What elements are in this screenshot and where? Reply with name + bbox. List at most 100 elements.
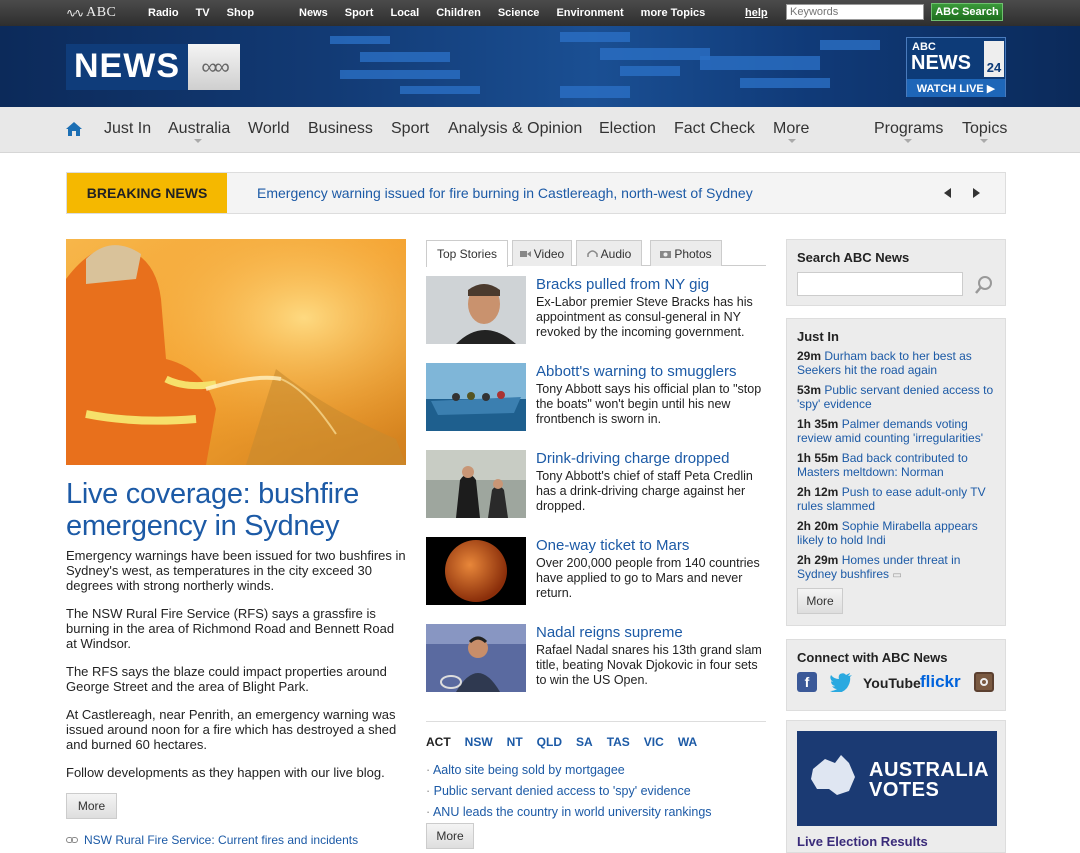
keyword-search-input[interactable] [786,4,924,20]
top-link-local[interactable]: Local [390,7,419,19]
story-item[interactable]: Drink-driving charge dropped Tony Abbott… [426,450,766,520]
twitter-icon[interactable] [829,672,853,692]
watch-live-button[interactable]: WATCH LIVE ▶ [907,79,1005,97]
tab-video[interactable]: Video [512,240,572,266]
just-in-item[interactable]: 1h 55m Bad back contributed to Masters m… [797,451,1001,479]
nav-fact-check[interactable]: Fact Check [674,120,755,138]
tab-audio[interactable]: Audio [576,240,642,266]
story-thumbnail[interactable] [426,537,526,605]
abc-news-logo[interactable]: NEWS ∞∞ [66,44,240,90]
abc-logo[interactable]: ∿∿ ABC [66,5,116,21]
tab-photos[interactable]: Photos [650,240,722,266]
chevron-down-icon [194,139,202,143]
nav-analysis-opinion[interactable]: Analysis & Opinion [448,120,582,138]
just-in-item[interactable]: 2h 29m Homes under threat in Sydney bush… [797,553,1001,583]
local-story-link[interactable]: ANU leads the country in world universit… [426,802,712,823]
top-link-more-topics[interactable]: more Topics [641,7,706,19]
story-thumbnail[interactable] [426,276,526,344]
state-tab-sa[interactable]: SA [576,735,593,749]
top-link-children[interactable]: Children [436,7,481,19]
nav-sport[interactable]: Sport [391,120,429,138]
story-headline[interactable]: Abbott's warning to smugglers [536,363,736,380]
top-link-shop[interactable]: Shop [227,7,255,19]
breaking-news-headline[interactable]: Emergency warning issued for fire burnin… [257,185,753,201]
local-more-button[interactable]: More [426,823,474,849]
nav-just-in[interactable]: Just In [104,120,151,138]
lead-story-body: Emergency warnings have been issued for … [66,548,406,793]
next-arrow-icon[interactable] [973,188,980,198]
just-in-item[interactable]: 53m Public servant denied access to 'spy… [797,383,1001,411]
nav-programs[interactable]: Programs [874,120,943,138]
top-link-radio[interactable]: Radio [148,7,179,19]
state-tab-wa[interactable]: WA [678,735,697,749]
state-tab-nt[interactable]: NT [507,735,523,749]
just-in-item[interactable]: 29m Durham back to her best as Seekers h… [797,349,1001,377]
lead-more-button[interactable]: More [66,793,117,819]
nav-more[interactable]: More [773,120,809,138]
just-in-box: Just In 29m Durham back to her best as S… [786,318,1006,626]
story-thumbnail[interactable] [426,363,526,431]
home-icon[interactable] [65,120,83,138]
just-in-item[interactable]: 1h 35m Palmer demands voting review amid… [797,417,1001,445]
breaking-news-label: BREAKING NEWS [67,173,227,213]
nav-topics[interactable]: Topics [962,120,1007,138]
video-icon: ▭ [892,570,902,581]
lead-story-image[interactable] [66,239,406,465]
nav-australia[interactable]: Australia [168,120,230,138]
state-tab-tas[interactable]: TAS [607,735,630,749]
instagram-icon[interactable] [974,672,994,692]
previous-arrow-icon[interactable] [944,188,951,198]
abc-search-button[interactable]: ABC Search [931,3,1003,21]
story-item[interactable]: Nadal reigns supreme Rafael Nadal snares… [426,624,766,694]
connect-box: Connect with ABC News f YouTube flickr [786,639,1006,711]
search-news-title: Search ABC News [797,250,910,265]
facebook-icon[interactable]: f [797,672,817,692]
news24-badge: 24 [984,41,1004,77]
story-headline[interactable]: Drink-driving charge dropped [536,450,729,467]
help-link[interactable]: help [745,7,768,19]
just-in-item[interactable]: 2h 20m Sophie Mirabella appears likely t… [797,519,1001,547]
story-description: Ex-Labor premier Steve Bracks has his ap… [536,295,753,339]
top-link-sport[interactable]: Sport [345,7,374,19]
search-icon[interactable] [974,275,994,295]
flickr-icon[interactable]: flickr [920,672,961,692]
rfs-link-row[interactable]: NSW Rural Fire Service: Current fires an… [66,833,358,847]
nav-election[interactable]: Election [599,120,656,138]
australia-votes-banner[interactable]: AUSTRALIA VOTES [797,731,997,826]
just-in-list: 29m Durham back to her best as Seekers h… [797,349,1001,589]
banner-decoration [620,66,680,76]
story-headline[interactable]: Bracks pulled from NY gig [536,276,709,293]
story-thumbnail[interactable] [426,450,526,518]
nav-world[interactable]: World [248,120,290,138]
top-link-tv[interactable]: TV [196,7,210,19]
story-thumbnail[interactable] [426,624,526,692]
story-item[interactable]: Abbott's warning to smugglers Tony Abbot… [426,363,766,433]
story-tabs: Top Stories Video Audio Photos [426,240,766,267]
state-tab-act[interactable]: ACT [426,735,451,749]
top-link-environment[interactable]: Environment [556,7,623,19]
lead-story-headline[interactable]: Live coverage: bushfire emergency in Syd… [66,478,406,542]
youtube-icon[interactable]: YouTube [863,673,921,693]
live-election-results-link[interactable]: Live Election Results [797,834,928,849]
state-tab-qld[interactable]: QLD [537,735,562,749]
nav-business[interactable]: Business [308,120,373,138]
abc-wave-icon: ∿∿ [66,5,84,20]
story-headline[interactable]: One-way ticket to Mars [536,537,689,554]
story-headline[interactable]: Nadal reigns supreme [536,624,683,641]
state-tab-nsw[interactable]: NSW [465,735,493,749]
headphones-icon [586,250,598,257]
story-item[interactable]: Bracks pulled from NY gig Ex-Labor premi… [426,276,766,346]
news-search-input[interactable] [797,272,963,296]
story-item[interactable]: One-way ticket to Mars Over 200,000 peop… [426,537,766,607]
local-story-link[interactable]: Public servant denied access to 'spy' ev… [426,781,712,802]
news24-box[interactable]: ABC NEWS 24 WATCH LIVE ▶ [906,37,1006,97]
rfs-link[interactable]: NSW Rural Fire Service: Current fires an… [84,833,358,847]
just-in-item[interactable]: 2h 12m Push to ease adult-only TV rules … [797,485,1001,513]
local-story-link[interactable]: Aalto site being sold by mortgagee [426,760,712,781]
local-story-list: Aalto site being sold by mortgagee Publi… [426,760,712,823]
tab-top-stories[interactable]: Top Stories [426,240,508,267]
state-tab-vic[interactable]: VIC [644,735,664,749]
just-in-more-button[interactable]: More [797,588,843,614]
top-link-science[interactable]: Science [498,7,540,19]
top-link-news[interactable]: News [299,7,328,19]
